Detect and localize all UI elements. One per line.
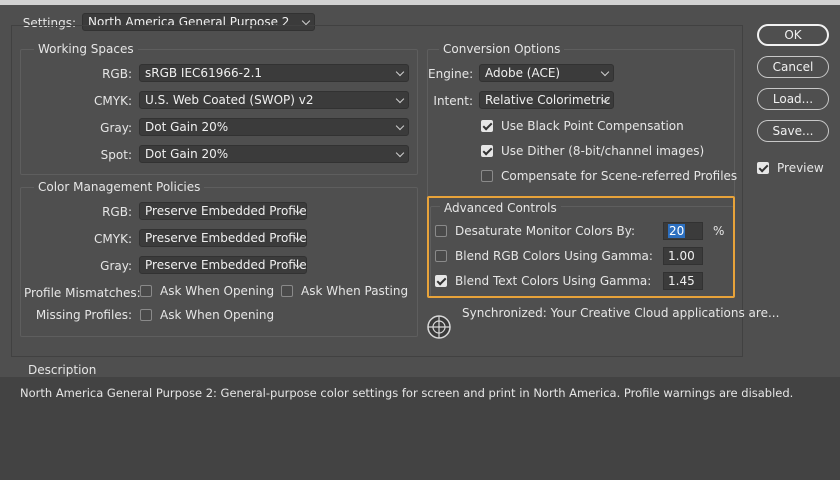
- scene-referred-checkbox[interactable]: [481, 170, 493, 182]
- ws-cmyk-value: U.S. Web Coated (SWOP) v2: [145, 93, 314, 107]
- missing-ask-when-opening-label: Ask When Opening: [160, 308, 275, 322]
- ws-gray-dropdown[interactable]: Dot Gain 20%: [139, 118, 409, 136]
- ws-spot-value: Dot Gain 20%: [145, 147, 229, 161]
- policy-gray-value: Preserve Embedded Profiles: [145, 258, 307, 272]
- intent-value: Relative Colorimetric: [485, 93, 611, 107]
- chevron-down-icon: [395, 148, 405, 158]
- color-settings-dialog: Settings: North America General Purpose …: [0, 5, 840, 480]
- load-button[interactable]: Load...: [757, 88, 829, 110]
- engine-label: Engine:: [428, 67, 474, 81]
- preview-label: Preview: [777, 161, 824, 175]
- cancel-button[interactable]: Cancel: [757, 56, 829, 78]
- policy-cmyk-value: Preserve Embedded Profiles: [145, 231, 307, 245]
- policies-title: Color Management Policies: [34, 180, 205, 194]
- working-spaces-title: Working Spaces: [34, 42, 138, 56]
- engine-dropdown[interactable]: Adobe (ACE): [479, 64, 614, 82]
- chevron-down-icon: [395, 67, 405, 77]
- profile-mismatches-label: Profile Mismatches:: [24, 286, 141, 300]
- missing-profiles-label: Missing Profiles:: [35, 308, 132, 322]
- save-button[interactable]: Save...: [757, 120, 829, 142]
- ask-when-opening-label: Ask When Opening: [160, 284, 275, 298]
- ask-when-pasting-label: Ask When Pasting: [301, 284, 409, 298]
- policy-rgb-value: Preserve Embedded Profiles: [145, 204, 307, 218]
- description-area: North America General Purpose 2: General…: [0, 377, 840, 480]
- black-point-checkbox[interactable]: [481, 120, 493, 132]
- scene-referred-label: Compensate for Scene-referred Profiles: [501, 169, 738, 183]
- policy-rgb-dropdown[interactable]: Preserve Embedded Profiles: [139, 202, 307, 220]
- preview-checkbox[interactable]: [757, 162, 769, 174]
- chevron-down-icon: [395, 121, 405, 131]
- intent-label: Intent:: [433, 94, 473, 108]
- ws-spot-dropdown[interactable]: Dot Gain 20%: [139, 145, 409, 163]
- ws-cmyk-label: CMYK:: [94, 94, 132, 108]
- policy-gray-label: Gray:: [100, 259, 132, 273]
- ws-spot-label: Spot:: [100, 148, 132, 162]
- policy-rgb-label: RGB:: [102, 205, 132, 219]
- advanced-highlight-frame: [427, 196, 735, 298]
- policy-cmyk-label: CMYK:: [94, 232, 132, 246]
- missing-ask-when-opening-checkbox[interactable]: [140, 309, 152, 321]
- ws-rgb-value: sRGB IEC61966-2.1: [145, 66, 263, 80]
- ask-when-opening-checkbox[interactable]: [140, 285, 152, 297]
- ws-gray-label: Gray:: [100, 121, 132, 135]
- description-text: North America General Purpose 2: General…: [20, 386, 794, 400]
- intent-dropdown[interactable]: Relative Colorimetric: [479, 91, 614, 109]
- policy-gray-dropdown[interactable]: Preserve Embedded Profiles: [139, 256, 307, 274]
- policy-cmyk-dropdown[interactable]: Preserve Embedded Profiles: [139, 229, 307, 247]
- dither-checkbox[interactable]: [481, 145, 493, 157]
- ws-rgb-label: RGB:: [102, 67, 132, 81]
- ws-gray-value: Dot Gain 20%: [145, 120, 229, 134]
- black-point-label: Use Black Point Compensation: [501, 119, 684, 133]
- engine-value: Adobe (ACE): [485, 66, 561, 80]
- chevron-down-icon: [395, 94, 405, 104]
- chevron-down-icon: [301, 16, 311, 26]
- sync-globe-icon: [426, 314, 452, 340]
- ws-cmyk-dropdown[interactable]: U.S. Web Coated (SWOP) v2: [139, 91, 409, 109]
- sync-status-text: Synchronized: Your Creative Cloud applic…: [462, 306, 780, 320]
- dither-label: Use Dither (8-bit/channel images): [501, 144, 705, 158]
- conversion-title: Conversion Options: [439, 42, 565, 56]
- ok-button[interactable]: OK: [757, 24, 829, 46]
- ws-rgb-dropdown[interactable]: sRGB IEC61966-2.1: [139, 64, 409, 82]
- description-title: Description: [28, 363, 97, 377]
- chevron-down-icon: [600, 67, 610, 77]
- ask-when-pasting-checkbox[interactable]: [281, 285, 293, 297]
